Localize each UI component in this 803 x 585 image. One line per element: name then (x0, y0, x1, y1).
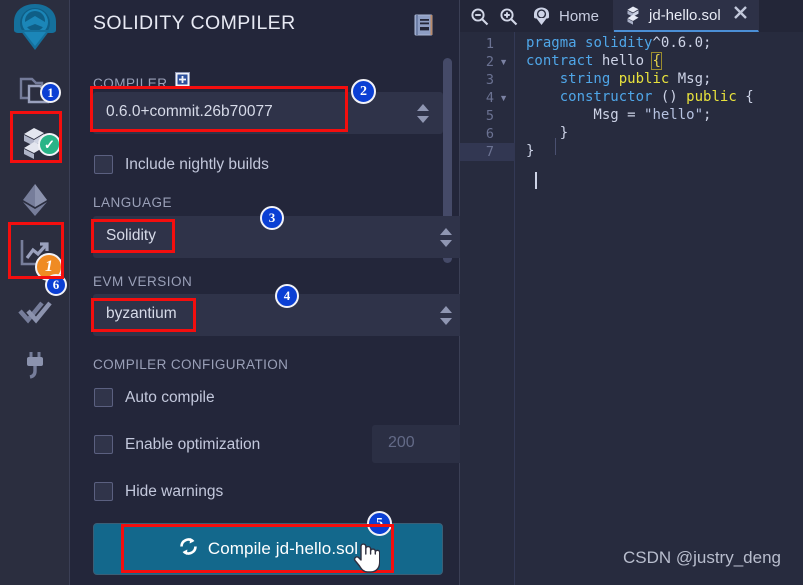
indent-guide (555, 138, 556, 155)
hide-warnings-row[interactable]: Hide warnings (94, 482, 223, 501)
include-nightly-builds-label: Include nightly builds (125, 155, 269, 173)
remix-ide-window: 1 ✓ 1 6 SOLIDITY COMPILER COMPILER 0.6.0… (0, 0, 803, 585)
marker-5: 5 (367, 511, 392, 536)
refresh-icon (178, 536, 199, 562)
hide-warnings-label: Hide warnings (125, 482, 224, 500)
compiler-version-value: 0.6.0+commit.26b70077 (106, 103, 273, 120)
marker-4: 4 (275, 284, 299, 308)
include-nightly-builds-row[interactable]: Include nightly builds (94, 155, 269, 174)
zoom-in-icon[interactable] (499, 7, 518, 26)
document-list-icon[interactable] (414, 14, 434, 41)
watermark-text: CSDN @justry_deng (622, 548, 781, 567)
code-line-1: pragma solidity^0.6.0; (526, 35, 712, 51)
auto-compile-checkbox[interactable] (94, 388, 113, 407)
compiler-configuration-header: COMPILER CONFIGURATION (93, 357, 289, 372)
auto-compile-row[interactable]: Auto compile (94, 388, 215, 407)
code-line-2: contract hello { (526, 52, 662, 70)
line-number: 6 (485, 126, 494, 142)
line-number: 2 (485, 54, 494, 70)
tab-file-label: jd-hello.sol (649, 6, 721, 24)
enable-optimization-checkbox[interactable] (94, 435, 113, 454)
close-icon[interactable] (733, 5, 748, 25)
code-line-6: } (526, 125, 569, 141)
badge-compiler-success: ✓ (38, 133, 61, 156)
editor-tabbar: Home jd-hello.sol (460, 0, 803, 32)
optimization-runs-value: 200 (388, 434, 415, 451)
compile-button-label: Compile jd-hello.sol (207, 539, 359, 558)
auto-compile-label: Auto compile (125, 388, 215, 406)
code-line-4: constructor () public { (559, 89, 754, 105)
evm-version-value: byzantium (106, 305, 177, 322)
sidebar-item-testing[interactable] (10, 288, 60, 338)
sidebar-item-plugin-manager[interactable] (10, 340, 60, 390)
marker-2: 2 (351, 79, 376, 104)
line-number: 7 (485, 144, 494, 160)
fold-marker-icon[interactable]: ▼ (499, 57, 508, 67)
enable-optimization-label: Enable optimization (125, 435, 261, 453)
tab-home[interactable]: Home (518, 0, 615, 32)
compiler-version-select[interactable]: 0.6.0+commit.26b70077 (93, 92, 443, 134)
language-stepper[interactable] (440, 228, 452, 247)
remix-home-icon (532, 6, 551, 26)
tab-home-label: Home (559, 7, 600, 25)
text-caret (535, 172, 537, 189)
remix-logo (6, 2, 64, 54)
evm-version-label: EVM VERSION (93, 274, 193, 289)
language-label: LANGUAGE (93, 195, 173, 210)
line-number: 1 (485, 36, 494, 52)
enable-optimization-row[interactable]: Enable optimization (94, 435, 260, 454)
solidity-compiler-panel: SOLIDITY COMPILER COMPILER 0.6.0+commit.… (70, 0, 488, 585)
sidebar-item-deploy-run[interactable] (10, 175, 60, 225)
include-nightly-builds-checkbox[interactable] (94, 155, 113, 174)
page-title: SOLIDITY COMPILER (93, 12, 296, 34)
language-value: Solidity (106, 227, 156, 244)
icon-sidebar: 1 ✓ 1 6 (0, 0, 70, 585)
code-content[interactable]: 1 2 3 4 5 6 7 ▼ ▼ pragma solidity^0.6.0;… (460, 32, 803, 585)
compile-button[interactable]: Compile jd-hello.sol (93, 523, 443, 575)
code-line-7: } (526, 143, 535, 159)
code-line-5: Msg = "hello"; (526, 107, 712, 123)
mouse-cursor-hand (353, 541, 381, 578)
solidity-file-icon (626, 6, 641, 25)
code-editor: Home jd-hello.sol 1 2 3 4 5 6 7 ▼ ▼ prag… (460, 0, 803, 585)
line-number-gutter: 1 2 3 4 5 6 7 ▼ ▼ (460, 32, 515, 585)
evm-version-stepper[interactable] (440, 306, 452, 325)
line-number: 3 (485, 72, 494, 88)
compiler-label: COMPILER (93, 76, 168, 91)
badge-file-explorers: 1 (40, 82, 61, 103)
plus-box-icon[interactable] (175, 72, 190, 92)
line-number: 5 (485, 108, 494, 124)
line-number: 4 (485, 90, 494, 106)
code-line-3: string public Msg; (559, 71, 712, 87)
hide-warnings-checkbox[interactable] (94, 482, 113, 501)
zoom-out-icon[interactable] (470, 7, 489, 26)
compiler-version-stepper[interactable] (417, 104, 429, 123)
fold-marker-icon[interactable]: ▼ (499, 93, 508, 103)
marker-3: 3 (260, 206, 284, 230)
tab-jd-hello-sol[interactable]: jd-hello.sol (614, 0, 759, 32)
